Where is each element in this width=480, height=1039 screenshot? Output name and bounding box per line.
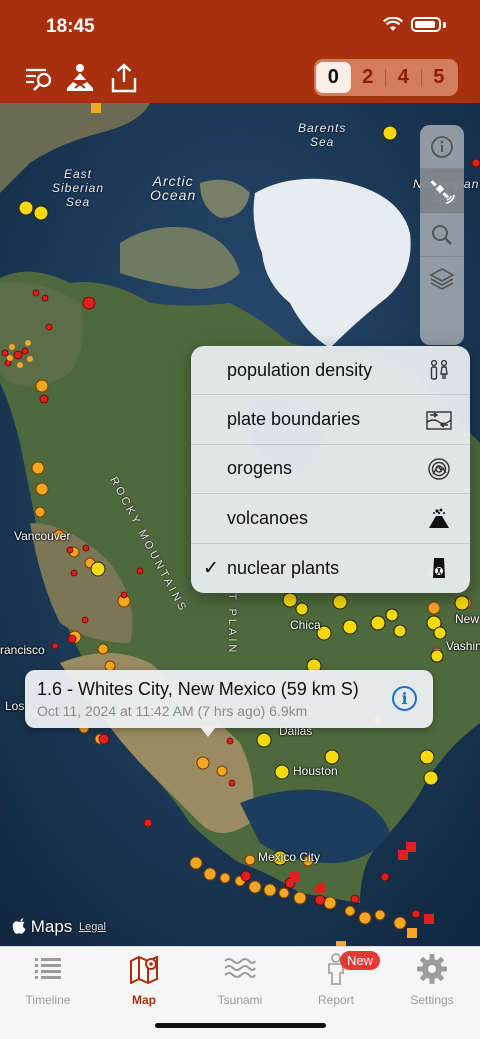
tab-tsunami[interactable]: Tsunami: [192, 953, 288, 1007]
tab-label: Report: [317, 993, 355, 1007]
tab-label: Tsunami: [217, 993, 263, 1007]
new-badge: New: [340, 951, 381, 970]
tab-label: Timeline: [25, 993, 71, 1007]
label-great-plains: T PLAIN: [226, 593, 238, 656]
city-vancouver: Vancouver: [14, 529, 71, 543]
layer-label: orogens: [227, 458, 293, 479]
city-houston: Houston: [293, 764, 338, 778]
magnitude-filter: 0 2 4 5: [314, 59, 458, 96]
label-arctic-ocean: Arctic Ocean: [150, 173, 197, 203]
info-icon[interactable]: i: [392, 686, 417, 711]
city-los-angeles: Los: [5, 699, 25, 713]
status-icons: [383, 17, 446, 32]
quake-callout-title: 1.6 - Whites City, New Mexico (59 km S): [37, 679, 359, 699]
volcano-icon: [426, 505, 452, 531]
layers-icon: [429, 268, 455, 290]
layers-button[interactable]: [420, 257, 464, 301]
city-mexico-city: Mexico City: [258, 850, 321, 864]
layer-population-density[interactable]: population density: [191, 346, 470, 396]
tab-timeline[interactable]: Timeline: [0, 953, 96, 1007]
magnitude-option-4[interactable]: 4: [386, 62, 421, 93]
tab-report[interactable]: New Report: [288, 951, 384, 1007]
city-san-francisco: rancisco: [0, 643, 45, 657]
magnitude-search-icon[interactable]: [24, 62, 56, 94]
nuclear-plant-icon: [426, 555, 452, 581]
magnitude-option-5[interactable]: 5: [422, 62, 457, 93]
quake-callout-subtitle: Oct 11, 2024 at 11:42 AM (7 hrs ago) 6.9…: [37, 703, 308, 719]
magnitude-option-0[interactable]: 0: [316, 62, 351, 93]
status-time: 18:45: [46, 16, 95, 37]
callout-pointer: [200, 727, 216, 737]
info-icon: [431, 135, 453, 158]
maps-label: Maps: [30, 917, 73, 936]
layers-menu: population density plate boundaries orog…: [191, 346, 470, 593]
layer-label: nuclear plants: [227, 557, 340, 578]
layer-volcanoes[interactable]: volcanoes: [191, 494, 470, 544]
waves-icon: [224, 953, 256, 985]
quake-report-icon[interactable]: [64, 62, 96, 94]
list-icon: [32, 953, 64, 985]
label-barents-sea: Barents Sea: [298, 121, 347, 149]
home-indicator: [155, 1023, 326, 1028]
magnitude-option-2[interactable]: 2: [351, 62, 386, 93]
app-header: 18:45 0 2 4 5: [0, 0, 480, 103]
wifi-icon: [383, 17, 403, 31]
apple-maps-attribution: Maps: [12, 917, 72, 937]
layer-nuclear-plants[interactable]: ✓ nuclear plants: [191, 544, 470, 593]
satellite-view-button[interactable]: [420, 169, 464, 213]
battery-icon: [411, 17, 441, 32]
quake-callout[interactable]: 1.6 - Whites City, New Mexico (59 km S) …: [25, 670, 433, 728]
map-icon: [128, 953, 160, 985]
legal-link[interactable]: Legal: [79, 921, 106, 933]
city-new-york: New: [455, 612, 480, 626]
tab-label: Map: [132, 993, 156, 1007]
layer-orogens[interactable]: orogens: [191, 445, 470, 495]
gear-icon: [416, 953, 448, 985]
apple-logo-icon: [12, 918, 26, 934]
city-chicago: Chica: [290, 618, 321, 632]
search-button[interactable]: [420, 213, 464, 257]
tab-label: Settings: [410, 993, 454, 1007]
satellite-icon: [430, 179, 455, 204]
info-button[interactable]: [420, 125, 464, 169]
orogens-icon: [426, 456, 452, 482]
map-controls: [420, 125, 464, 345]
share-icon[interactable]: [108, 62, 140, 94]
checkmark-icon: ✓: [203, 557, 219, 579]
tab-settings[interactable]: Settings: [384, 953, 480, 1007]
layer-label: plate boundaries: [227, 409, 361, 430]
search-icon: [432, 224, 452, 245]
city-washington: Vashin: [446, 639, 480, 653]
battery-nub: [443, 21, 446, 28]
layer-label: population density: [227, 359, 373, 380]
plate-boundaries-icon: [426, 407, 452, 433]
layer-label: volcanoes: [227, 507, 309, 528]
label-east-siberian-sea: East Siberian Sea: [52, 167, 105, 209]
tab-map[interactable]: Map: [96, 953, 192, 1007]
population-density-icon: [426, 357, 452, 383]
layer-plate-boundaries[interactable]: plate boundaries: [191, 395, 470, 445]
map-view[interactable]: BarentsSea EastSiberianSea ArcticOcean N…: [0, 103, 480, 946]
